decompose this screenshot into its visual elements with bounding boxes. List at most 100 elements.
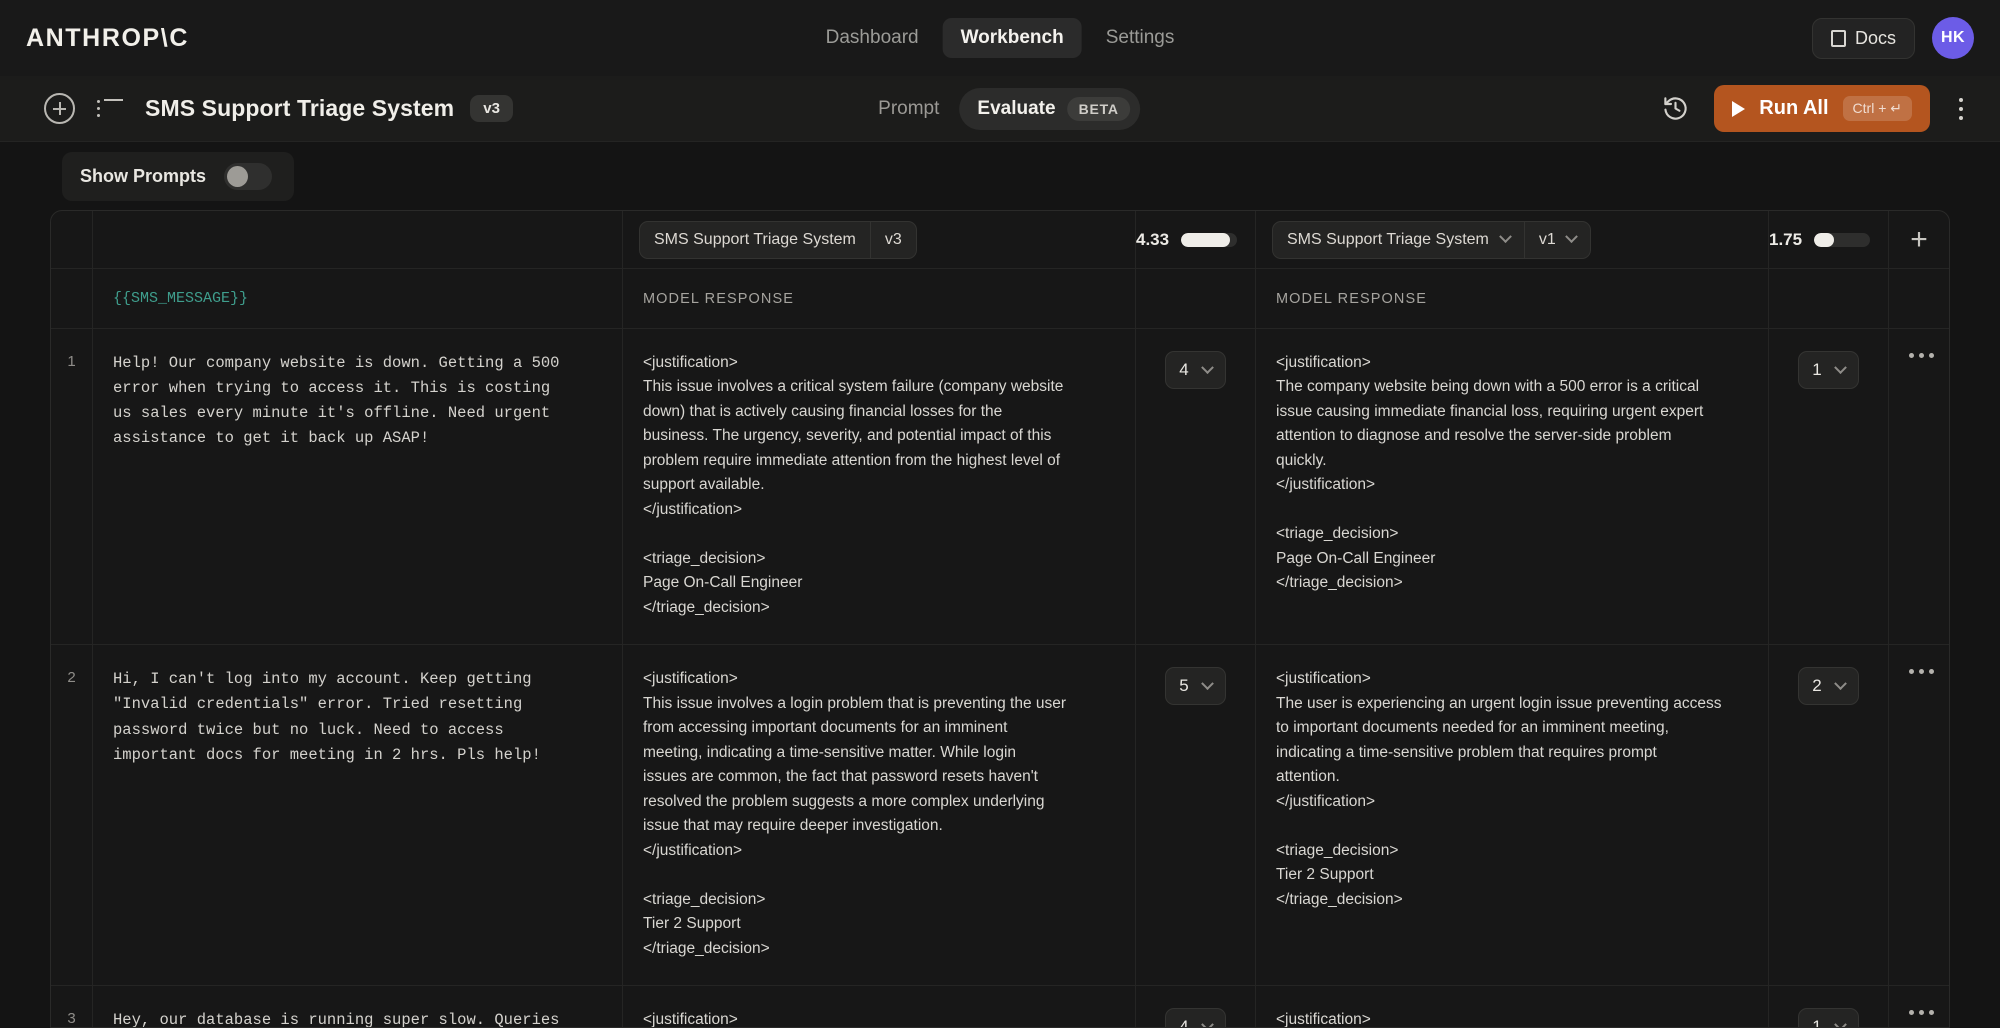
model-b-score-value: 1	[1812, 360, 1821, 380]
history-button[interactable]	[1654, 88, 1696, 130]
model-b-score-select[interactable]: 1	[1798, 351, 1858, 389]
model-a-score-select[interactable]: 4	[1165, 351, 1225, 389]
row-actions-button[interactable]	[1889, 645, 1950, 985]
avatar[interactable]: HK	[1932, 17, 1974, 59]
row-model-b-response-cell[interactable]: <justification> The company website bein…	[1256, 329, 1769, 644]
prompt-list-icon[interactable]	[97, 99, 123, 119]
grid-header-row: SMS Support Triage System v3 4.33 SMS Su…	[51, 211, 1949, 269]
kebab-horizontal-icon	[1909, 353, 1934, 358]
row-actions-button[interactable]	[1889, 329, 1950, 644]
history-icon	[1662, 95, 1689, 122]
model-a-score-bar	[1181, 233, 1237, 247]
row-model-b-score-cell: 2	[1769, 645, 1889, 985]
show-prompts-toggle[interactable]	[224, 163, 272, 190]
show-prompts-bar: Show Prompts	[0, 142, 2000, 210]
model-b-score-select[interactable]: 2	[1798, 667, 1858, 705]
nav-item-dashboard[interactable]: Dashboard	[808, 18, 937, 58]
more-options-button[interactable]	[1948, 92, 1974, 126]
model-b-name-wrap[interactable]: SMS Support Triage System	[1273, 222, 1524, 258]
new-prompt-button[interactable]	[44, 93, 75, 124]
sub-score-a-cell	[1136, 269, 1256, 328]
nav-item-settings[interactable]: Settings	[1088, 18, 1193, 58]
tab-prompt[interactable]: Prompt	[860, 89, 957, 129]
book-icon	[1831, 30, 1846, 47]
model-a-score-value: 4	[1179, 360, 1188, 380]
model-b-version-wrap[interactable]: v1	[1525, 222, 1590, 258]
row-input-cell[interactable]: Hey, our database is running super slow.…	[93, 986, 623, 1028]
workbench-toolbar: SMS Support Triage System v3 Prompt Eval…	[0, 76, 2000, 142]
model-a-response: <justification> This issue involves a cr…	[643, 1008, 1115, 1028]
model-a-selector[interactable]: SMS Support Triage System v3	[639, 221, 917, 259]
sub-score-b-cell	[1769, 269, 1889, 328]
mode-switcher: Prompt Evaluate BETA	[860, 88, 1140, 130]
sub-input-cell: {{SMS_MESSAGE}}	[93, 269, 623, 328]
model-a-response-header: MODEL RESPONSE	[643, 291, 794, 307]
chevron-down-icon	[1834, 677, 1847, 690]
model-a-score-select[interactable]: 5	[1165, 667, 1225, 705]
evaluation-grid: SMS Support Triage System v3 4.33 SMS Su…	[50, 210, 1950, 1028]
model-b-score-summary: 1.75	[1769, 230, 1888, 250]
model-b-selector[interactable]: SMS Support Triage System v1	[1272, 221, 1591, 259]
input-message: Help! Our company website is down. Getti…	[113, 351, 602, 451]
anthropic-logo: ANTHROP\C	[26, 24, 189, 53]
plus-circle-icon	[44, 93, 75, 124]
row-actions-button[interactable]	[1889, 986, 1950, 1028]
model-a-name: SMS Support Triage System	[640, 222, 870, 258]
table-row: 3 Hey, our database is running super slo…	[51, 986, 1949, 1028]
row-model-b-response-cell[interactable]: <justification> The user is experiencing…	[1256, 645, 1769, 985]
chevron-down-icon	[1834, 1018, 1847, 1028]
show-prompts-control[interactable]: Show Prompts	[62, 152, 294, 201]
add-column-button[interactable]: +	[1889, 211, 1949, 268]
row-input-cell[interactable]: Hi, I can't log into my account. Keep ge…	[93, 645, 623, 985]
header-score-a-cell: 4.33	[1136, 211, 1256, 268]
header-model-b-cell: SMS Support Triage System v1	[1256, 211, 1769, 268]
row-model-a-score-cell: 4	[1136, 986, 1256, 1028]
version-badge[interactable]: v3	[470, 95, 513, 122]
model-a-version: v3	[871, 222, 916, 258]
row-number: 1	[51, 329, 93, 644]
sub-add-cell	[1889, 269, 1949, 328]
table-row: 2 Hi, I can't log into my account. Keep …	[51, 645, 1949, 986]
table-row: 1 Help! Our company website is down. Get…	[51, 329, 1949, 645]
nav-item-workbench[interactable]: Workbench	[943, 18, 1082, 58]
row-model-a-response-cell[interactable]: <justification> This issue involves a cr…	[623, 329, 1136, 644]
input-variable-header: {{SMS_MESSAGE}}	[113, 290, 248, 307]
chevron-down-icon	[1499, 230, 1512, 243]
model-a-score-value: 4	[1179, 1017, 1188, 1028]
chevron-down-icon	[1201, 361, 1214, 374]
model-b-score-value: 1.75	[1769, 230, 1802, 250]
row-model-b-response-cell[interactable]: <justification> The issue involves a cri…	[1256, 986, 1769, 1028]
docs-button[interactable]: Docs	[1812, 18, 1915, 59]
kebab-horizontal-icon	[1909, 1010, 1934, 1015]
chevron-down-icon	[1201, 677, 1214, 690]
row-model-a-response-cell[interactable]: <justification> This issue involves a cr…	[623, 986, 1136, 1028]
header-input-cell	[93, 211, 623, 268]
row-model-a-response-cell[interactable]: <justification> This issue involves a lo…	[623, 645, 1136, 985]
run-all-button[interactable]: Run All Ctrl + ↵	[1714, 85, 1930, 132]
row-model-a-score-cell: 4	[1136, 329, 1256, 644]
show-prompts-label: Show Prompts	[80, 166, 206, 187]
input-message: Hey, our database is running super slow.…	[113, 1008, 602, 1028]
model-b-score-select[interactable]: 1	[1798, 1008, 1858, 1028]
run-all-label: Run All	[1759, 97, 1828, 120]
model-b-response: <justification> The user is experiencing…	[1276, 667, 1748, 912]
model-b-score-bar	[1814, 233, 1870, 247]
model-a-response: <justification> This issue involves a lo…	[643, 667, 1115, 961]
chevron-down-icon	[1565, 230, 1578, 243]
header-model-a-cell: SMS Support Triage System v3	[623, 211, 1136, 268]
page-title: SMS Support Triage System	[145, 95, 454, 122]
model-a-score-value: 4.33	[1136, 230, 1169, 250]
row-input-cell[interactable]: Help! Our company website is down. Getti…	[93, 329, 623, 644]
row-model-b-score-cell: 1	[1769, 986, 1889, 1028]
model-b-response-header: MODEL RESPONSE	[1276, 291, 1427, 307]
top-nav-right: Docs HK	[1812, 17, 1974, 59]
model-a-score-select[interactable]: 4	[1165, 1008, 1225, 1028]
tab-evaluate[interactable]: Evaluate BETA	[959, 88, 1139, 130]
model-b-version: v1	[1539, 231, 1556, 249]
beta-badge: BETA	[1068, 97, 1130, 121]
chevron-down-icon	[1201, 1018, 1214, 1028]
sub-model-a-cell: MODEL RESPONSE	[623, 269, 1136, 328]
model-a-response: <justification> This issue involves a cr…	[643, 351, 1115, 620]
model-b-name: SMS Support Triage System	[1287, 231, 1489, 249]
docs-label: Docs	[1855, 28, 1896, 49]
